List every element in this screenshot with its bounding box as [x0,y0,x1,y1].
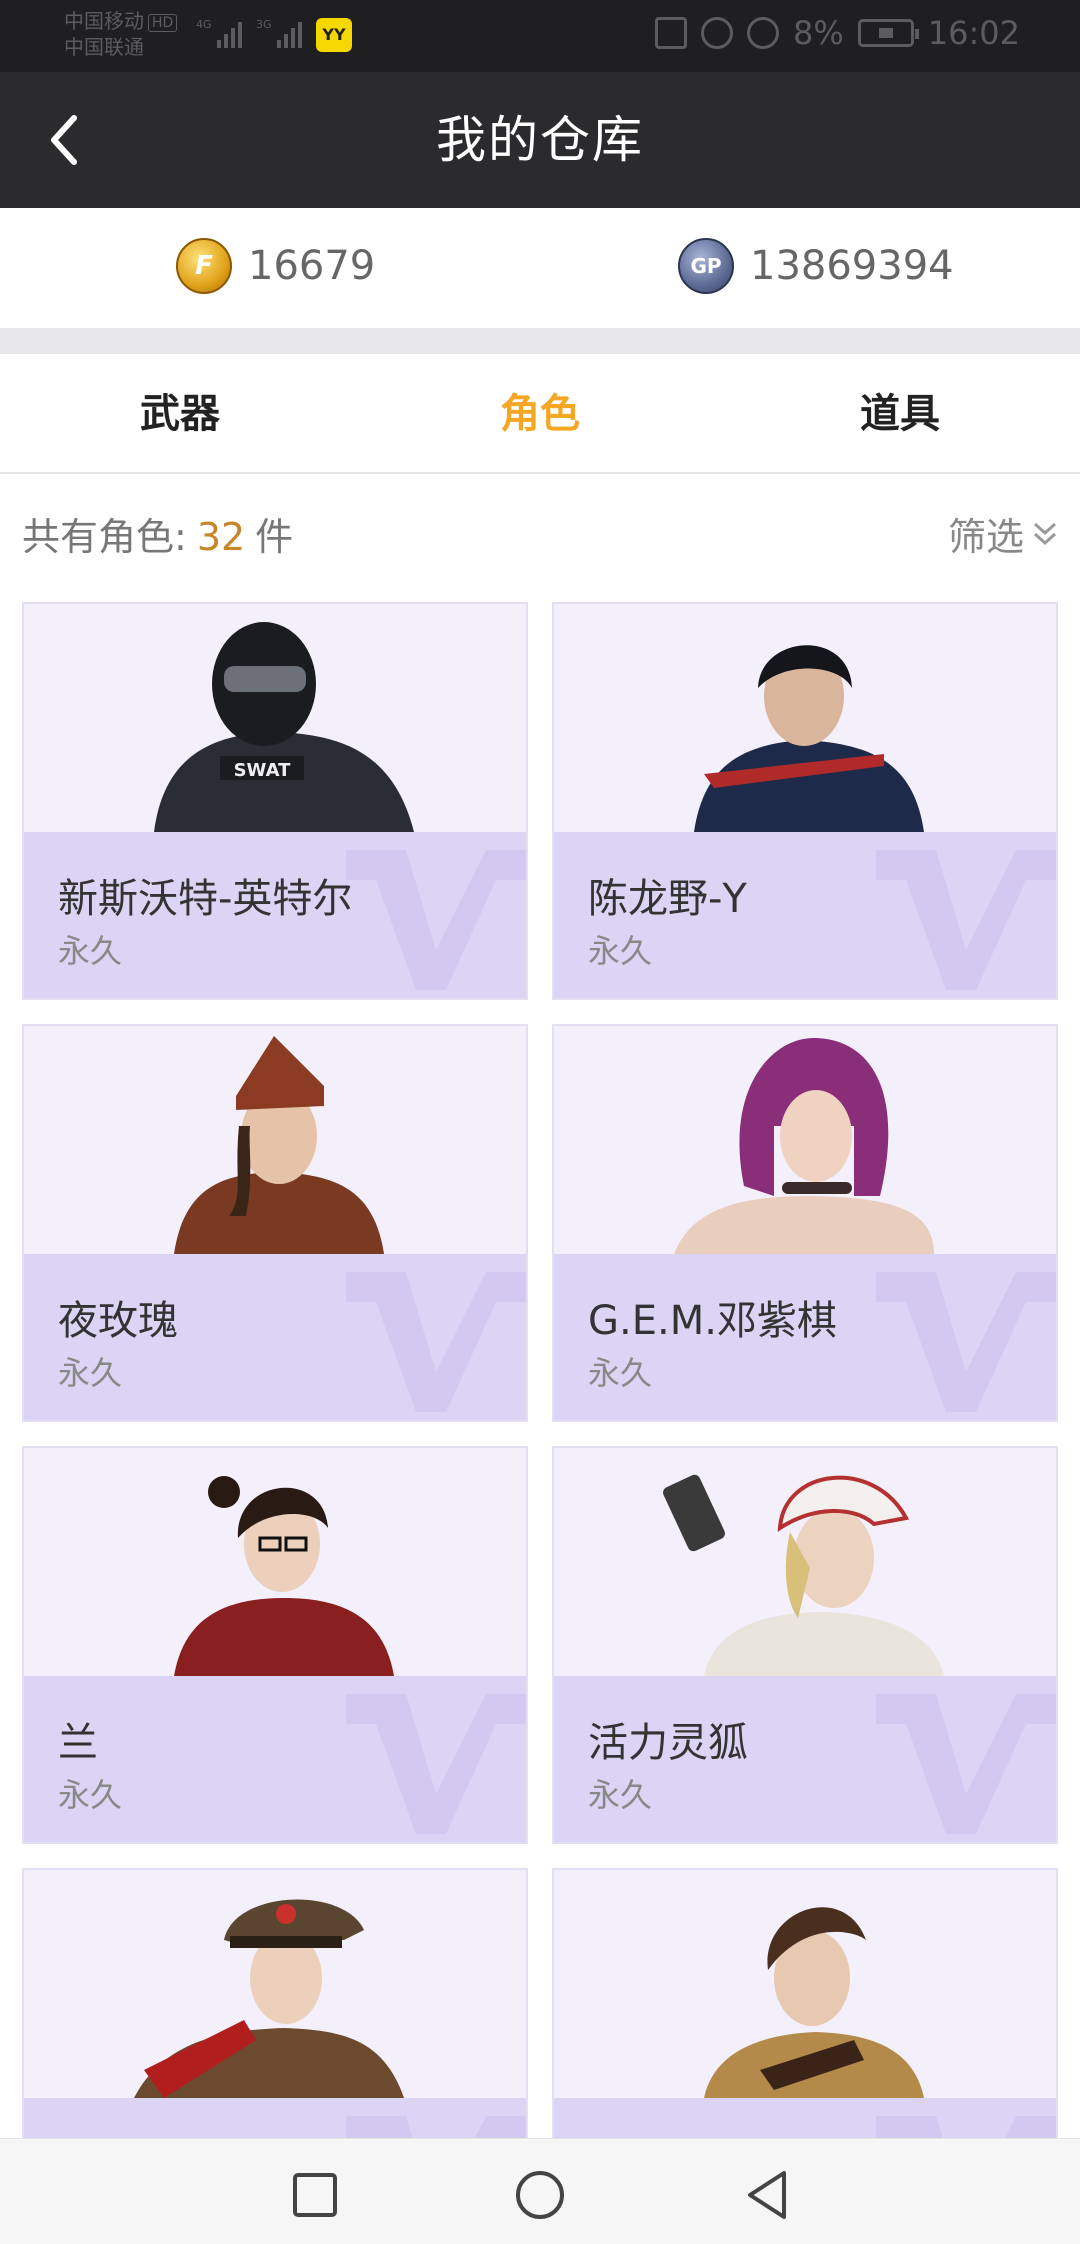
carrier-2: 中国联通 [64,35,144,59]
filter-label: 筛选 [947,515,1024,559]
tab-weapons[interactable]: 武器 [0,354,360,472]
cf-logo-watermark [876,1694,1056,1834]
character-card[interactable]: 兰 永久 [22,1446,528,1844]
character-card[interactable]: G.E.M.邓紫棋 永久 [552,1024,1058,1422]
cf-logo-watermark [346,1694,526,1834]
yy-app-icon: YY [316,18,352,52]
signal-2-tag: 3G [256,18,272,31]
cf-points: 16679 [176,238,375,294]
character-duration: 永久 [588,1354,653,1392]
character-name: 兰 [58,1720,98,1766]
character-portrait [554,1870,1056,2098]
character-portrait [24,1448,526,1676]
svg-text:SWAT: SWAT [234,760,292,781]
gp-points: 13869394 [678,238,954,294]
cf-logo-watermark [876,850,1056,990]
character-card[interactable]: SWAT 新斯沃特-英特尔 永久 [22,602,528,1000]
character-portrait [24,1026,526,1254]
signal-icon-2: 3G [256,18,302,48]
character-duration: 永久 [58,932,123,970]
character-card[interactable]: 活力灵狐 永久 [552,1446,1058,1844]
carrier-info: 中国移动 HD 中国联通 [64,8,178,60]
system-nav-bar [0,2138,1080,2244]
character-name: 新斯沃特-英特尔 [58,876,353,922]
data-saver-icon [747,17,780,49]
character-name: G.E.M.邓紫棋 [588,1298,837,1344]
home-circle-icon[interactable] [512,2167,568,2223]
section-divider [0,328,1080,354]
nfc-icon [655,17,688,49]
gp-points-value: 13869394 [750,243,954,289]
item-count-summary: 共有角色: 32 件 [22,506,293,561]
character-name: 活力灵狐 [588,1720,748,1766]
status-bar: 中国移动 HD 中国联通 4G 3G YY 8% 16:02 [0,0,1080,72]
alarm-icon [701,17,734,49]
signal-1-tag: 4G [196,18,212,31]
character-portrait [24,1870,526,2098]
character-portrait [554,604,1056,832]
status-right: 8% 16:02 [655,14,1020,52]
app-header: 我的仓库 [0,72,1080,208]
summary-count: 32 [196,515,246,559]
character-portrait [554,1026,1056,1254]
tab-characters[interactable]: 角色 [360,354,720,472]
tab-items[interactable]: 道具 [720,354,1080,472]
summary-suffix: 件 [255,515,294,559]
filter-button[interactable]: 筛选 [948,506,1060,561]
hd-badge: HD [148,13,178,32]
summary-prefix: 共有角色: [22,515,187,559]
page-title: 我的仓库 [436,111,644,169]
character-name: 夜玫瑰 [58,1298,178,1344]
currency-bar: 16679 13869394 [0,208,1080,328]
signal-icon-1: 4G [196,18,242,48]
recents-square-icon[interactable] [287,2167,343,2223]
cf-logo-watermark [346,1272,526,1412]
character-card[interactable]: 陈龙野-Y 永久 [552,602,1058,1000]
character-duration: 永久 [58,1354,123,1392]
character-portrait: SWAT [24,604,526,832]
cf-logo-watermark [876,1272,1056,1412]
character-portrait [554,1448,1056,1676]
character-card[interactable]: 夜玫瑰 永久 [22,1024,528,1422]
cf-points-value: 16679 [248,243,376,289]
character-duration: 永久 [58,1776,123,1814]
battery-percent: 8% [793,14,844,52]
character-duration: 永久 [588,932,653,970]
battery-icon [857,19,919,47]
cf-coin-icon [176,238,232,294]
carrier-1: 中国移动 [64,9,144,33]
category-tabs: 武器 角色 道具 [0,354,1080,474]
clock: 16:02 [927,14,1020,52]
cf-logo-watermark [346,850,526,990]
character-duration: 永久 [588,1776,653,1814]
character-name: 陈龙野-Y [588,876,747,922]
gp-coin-icon [678,238,734,294]
double-chevron-down-icon [1033,522,1057,545]
back-triangle-icon[interactable] [740,2167,796,2223]
